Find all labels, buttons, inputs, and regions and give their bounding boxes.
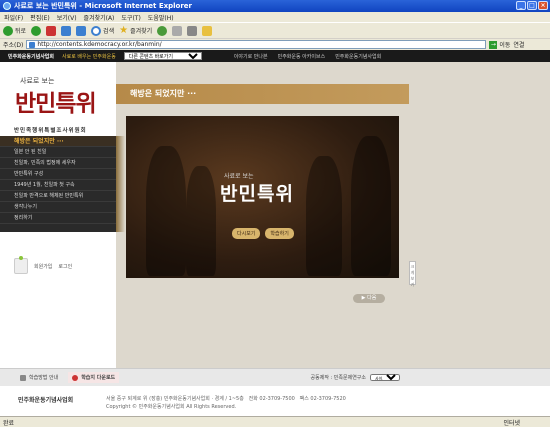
- next-button[interactable]: ▶ 다음: [353, 294, 385, 303]
- sidebar-item-tribunal[interactable]: 친일파, 민족의 법정에 세우자: [0, 158, 116, 169]
- ie-logo-icon: [3, 2, 11, 10]
- refresh-button[interactable]: [61, 25, 72, 36]
- window-controls: _ □ ×: [516, 1, 548, 10]
- go-arrow-icon: →: [489, 40, 498, 49]
- replay-button[interactable]: 다시보기: [232, 228, 261, 239]
- content-select[interactable]: 다른 콘텐츠 바로가기: [123, 52, 202, 60]
- links-button[interactable]: 연결: [513, 40, 524, 49]
- print-button[interactable]: [187, 25, 198, 36]
- site-link-archive[interactable]: 민주화운동 아카이브스: [278, 53, 326, 60]
- sidebar-item-liberation[interactable]: 해방은 되었지만 ···: [0, 136, 116, 147]
- sidebar-title[interactable]: 반민특위: [15, 84, 97, 118]
- user-icon: [14, 256, 28, 274]
- window-titlebar: 사료로 보는 반민특위 - Microsoft Internet Explore…: [0, 0, 550, 12]
- study-button[interactable]: 학습하기: [265, 228, 294, 239]
- stop-button[interactable]: [46, 25, 57, 36]
- close-button[interactable]: ×: [538, 1, 548, 10]
- home-button[interactable]: [76, 25, 87, 36]
- sidebar-item-first-arrest[interactable]: 1949년 1월, 친일파 첫 구속: [0, 180, 116, 191]
- search-icon: [91, 25, 102, 36]
- forward-button[interactable]: [31, 25, 42, 36]
- footer-info: 민주화운동기념사업회 서울 중구 퇴계로 위 (장충) 민주화운동기념사업회 ·…: [0, 386, 550, 416]
- menu-tools[interactable]: 도구(T): [121, 13, 140, 22]
- document-icon: [20, 374, 26, 381]
- footer-logo: 민주화운동기념사업회: [18, 397, 74, 404]
- worksheet-download-link[interactable]: 학습지 다운로드: [68, 372, 120, 383]
- page-body: 사료로 보는 반민특위 반민족행위특별조사위원회 해방은 되었지만 ··· 일본…: [0, 62, 550, 368]
- menu-edit[interactable]: 편집(E): [30, 13, 50, 22]
- menu-view[interactable]: 보기(V): [57, 13, 77, 22]
- download-icon: [72, 374, 79, 381]
- enlarge-tab[interactable]: 크게보기: [409, 261, 416, 287]
- menu-file[interactable]: 파일(F): [4, 13, 23, 22]
- join-link[interactable]: 회원가입: [34, 263, 52, 270]
- status-bar: 완료 인터넷: [0, 416, 550, 427]
- study-guide-link[interactable]: 학습방법 안내: [20, 374, 58, 381]
- sidebar-org: 반민족행위특별조사위원회: [14, 128, 87, 134]
- history-button[interactable]: [157, 25, 168, 36]
- address-input[interactable]: http://contents.kdemocracy.or.kr/banmin/: [26, 40, 487, 49]
- site-top-nav: 민주화운동기념사업회 사료로 배우는 민주화운동 다른 콘텐츠 바로가기 이야기…: [0, 50, 550, 62]
- footer-bar: 학습방법 안내 학습지 다운로드 공동제작 : 민족문제연구소 사이트바로가기: [0, 368, 550, 386]
- favorites-button[interactable]: ★ 즐겨찾기: [119, 25, 152, 36]
- login-box: 회원가입 로그인: [14, 256, 104, 274]
- go-button[interactable]: → 이동: [489, 40, 510, 49]
- site-logo[interactable]: 민주화운동기념사업회: [8, 53, 54, 60]
- search-button[interactable]: 검색: [91, 25, 114, 36]
- browser-toolbar: 뒤로 검색 ★ 즐겨찾기: [0, 22, 550, 38]
- mail-button[interactable]: [172, 25, 183, 36]
- menu-favorites[interactable]: 즐겨찾기(A): [84, 13, 115, 22]
- address-label: 주소(D): [3, 42, 24, 49]
- star-icon: ★: [119, 25, 129, 36]
- section-header: 해방은 되었지만 ···: [116, 84, 409, 104]
- login-link[interactable]: 로그인: [58, 263, 72, 270]
- minimize-button[interactable]: _: [516, 1, 526, 10]
- sidebar: 사료로 보는 반민특위 반민족행위특별조사위원회 해방은 되었지만 ··· 일본…: [0, 62, 116, 368]
- menu-shadow: [116, 136, 125, 232]
- site-links: 이야기로 만나본 민주화운동 아카이브스 민주화운동기념사업회: [234, 53, 381, 60]
- hero-panel: 사료로 보는 반민특위 다시보기 학습하기: [126, 116, 399, 278]
- address-bar: 주소(D) http://contents.kdemocracy.or.kr/b…: [0, 38, 550, 50]
- site-link-story[interactable]: 이야기로 만나본: [234, 53, 268, 60]
- sidebar-item-formation[interactable]: 반민특위 구성: [0, 169, 116, 180]
- sidebar-item-summary[interactable]: 정리하기: [0, 213, 116, 224]
- hero-title: 반민특위: [220, 183, 294, 205]
- maximize-button[interactable]: □: [527, 1, 537, 10]
- footer-right: 공동제작 : 민족문제연구소 사이트바로가기: [311, 374, 400, 381]
- back-button[interactable]: 뒤로: [3, 25, 26, 36]
- sidebar-menu: 해방은 되었지만 ··· 일본 안 된 친일 친일파, 민족의 법정에 세우자 …: [0, 136, 116, 232]
- menu-help[interactable]: 도움말(H): [148, 13, 174, 22]
- menu-bar: 파일(F) 편집(E) 보기(V) 즐겨찾기(A) 도구(T) 도움말(H): [0, 12, 550, 22]
- site-link-foundation[interactable]: 민주화운동기념사업회: [335, 53, 381, 60]
- folder-button[interactable]: [202, 25, 213, 36]
- window-title: 사료로 보는 반민특위 - Microsoft Internet Explore…: [14, 2, 193, 10]
- back-arrow-icon: [3, 25, 13, 36]
- site-shortcut-select[interactable]: 사이트바로가기: [370, 374, 400, 381]
- co-producer-label: 공동제작 : 민족문제연구소: [310, 375, 366, 381]
- zone-indicator: 인터넷: [503, 419, 520, 427]
- sidebar-item-dissolution[interactable]: 친일파 반격으로 해체된 반민특위: [0, 191, 116, 202]
- sidebar-item-unpunished[interactable]: 일본 안 된 친일: [0, 147, 116, 158]
- hero-buttons: 다시보기 학습하기: [232, 228, 294, 239]
- sidebar-item-discussion[interactable]: 생각나누기: [0, 202, 116, 213]
- footer-address: 서울 중구 퇴계로 위 (장충) 민주화운동기념사업회 · 경계 / 1~5층 …: [106, 396, 346, 410]
- promo-link[interactable]: 사료로 배우는 민주화운동: [62, 53, 116, 60]
- status-text: 완료: [3, 419, 15, 427]
